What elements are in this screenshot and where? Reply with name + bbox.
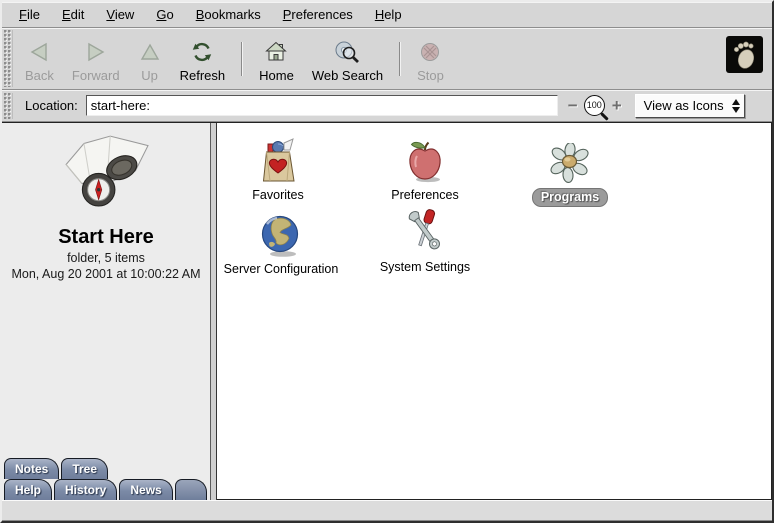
menu-bookmarks[interactable]: Bookmarks	[185, 2, 272, 27]
toolbar-separator	[241, 42, 243, 76]
sidebar: Start Here folder, 5 items Mon, Aug 20 2…	[2, 123, 210, 500]
location-bar-grip[interactable]	[4, 93, 13, 119]
tab-history[interactable]: History	[54, 479, 117, 500]
forward-icon	[84, 38, 108, 66]
tools-icon	[355, 205, 495, 257]
zoom-level-indicator[interactable]: 100	[584, 95, 606, 117]
menu-help[interactable]: Help	[364, 2, 413, 27]
flower-icon	[500, 133, 640, 185]
back-button: Back	[16, 28, 63, 89]
back-icon	[27, 38, 51, 66]
sidebar-title: Start Here	[2, 226, 210, 249]
icon-preferences[interactable]: Preferences	[355, 133, 495, 202]
view-mode-label: View as Icons	[644, 98, 724, 113]
tab-filler	[175, 479, 207, 500]
forward-button: Forward	[63, 28, 129, 89]
map-compass-icon	[2, 133, 210, 222]
zoom-in-icon[interactable]: +	[608, 96, 626, 116]
icon-view: Favorites Preferences	[217, 123, 772, 500]
menu-file[interactable]: File	[8, 2, 51, 27]
content-area: Start Here folder, 5 items Mon, Aug 20 2…	[2, 122, 772, 500]
apple-icon	[355, 133, 495, 185]
up-button: Up	[129, 28, 171, 89]
refresh-button[interactable]: Refresh	[171, 28, 235, 89]
tab-help[interactable]: Help	[4, 479, 52, 500]
location-label: Location:	[25, 98, 78, 113]
web-search-button[interactable]: Web Search	[303, 28, 392, 89]
view-mode-dropdown[interactable]: View as Icons	[635, 94, 745, 118]
toolbar-separator	[399, 42, 401, 76]
home-icon	[264, 38, 288, 66]
icon-label: Favorites	[208, 188, 348, 202]
sidebar-folder-info: folder, 5 items	[2, 251, 210, 265]
toolbar-grip[interactable]	[4, 30, 13, 87]
globe-icon	[211, 207, 351, 259]
tab-tree[interactable]: Tree	[61, 458, 108, 479]
icon-system-settings[interactable]: System Settings	[355, 205, 495, 274]
status-bar	[2, 500, 772, 521]
web-search-icon	[334, 38, 360, 66]
icon-favorites[interactable]: Favorites	[208, 133, 348, 202]
menu-preferences[interactable]: Preferences	[272, 2, 364, 27]
refresh-icon	[190, 38, 214, 66]
icon-label: Server Configuration	[211, 262, 351, 276]
selected-label: Programs	[532, 188, 608, 207]
icon-label: System Settings	[355, 260, 495, 274]
up-icon	[138, 38, 162, 66]
gnome-foot-icon	[726, 36, 763, 73]
tab-news[interactable]: News	[119, 479, 172, 500]
home-button[interactable]: Home	[250, 28, 303, 89]
dropdown-arrows-icon	[732, 99, 740, 113]
sidebar-tab-row-2: Help History News	[4, 479, 210, 500]
menu-view[interactable]: View	[95, 2, 145, 27]
menu-edit[interactable]: Edit	[51, 2, 95, 27]
location-bar: Location: − 100 + View as Icons	[2, 90, 772, 122]
sidebar-date: Mon, Aug 20 2001 at 10:00:22 AM	[2, 267, 210, 281]
zoom-out-icon[interactable]: −	[564, 96, 582, 116]
menu-go[interactable]: Go	[145, 2, 184, 27]
stop-button: Stop	[408, 28, 453, 89]
location-input[interactable]	[86, 95, 558, 116]
toolbar: Back Forward Up	[2, 28, 772, 90]
nautilus-window: File Edit View Go Bookmarks Preferences …	[0, 0, 774, 523]
icon-programs[interactable]: Programs	[500, 133, 640, 207]
menu-bar: File Edit View Go Bookmarks Preferences …	[2, 2, 772, 28]
icon-label: Programs	[500, 188, 640, 207]
sidebar-tab-row-1: Notes Tree	[4, 458, 210, 479]
gift-bag-icon	[208, 133, 348, 185]
icon-label: Preferences	[355, 188, 495, 202]
stop-icon	[418, 38, 442, 66]
sidebar-info-panel: Start Here folder, 5 items Mon, Aug 20 2…	[2, 123, 210, 281]
tab-notes[interactable]: Notes	[4, 458, 59, 479]
icon-server-configuration[interactable]: Server Configuration	[211, 207, 351, 276]
